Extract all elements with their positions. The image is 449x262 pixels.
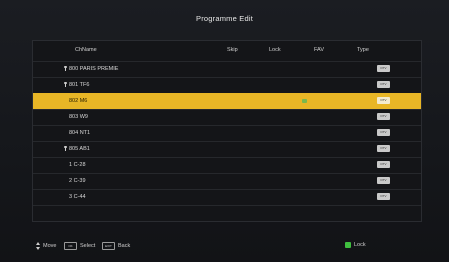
column-header: ChName Skip Lock FAV Type (33, 47, 421, 59)
type-badge: DTV (377, 177, 390, 184)
channel-name-text: 2 C-39 (69, 178, 86, 184)
channel-name-text: 800 PARIS PREMIE (69, 66, 119, 72)
help-select-label: Select (80, 243, 96, 249)
key-icon (64, 82, 67, 88)
key-icon (64, 66, 67, 72)
exit-key-icon: EXIT (102, 242, 115, 250)
channel-row[interactable]: 800 PARIS PREMIE DTV (33, 61, 421, 77)
channel-name-text: 805 AB1 (69, 146, 90, 152)
channel-name: 801 TF6 (64, 82, 89, 88)
channel-row[interactable]: 801 TF6 DTV (33, 77, 421, 93)
help-back-label: Back (118, 243, 131, 249)
help-lock: Lock (345, 242, 366, 248)
channel-name: 1 C-28 (69, 162, 86, 168)
type-badge: DTV (377, 161, 390, 168)
lock-icon (302, 99, 307, 103)
channel-name: 805 AB1 (64, 146, 90, 152)
key-icon (64, 146, 67, 152)
channel-row[interactable]: 803 W9 DTV (33, 109, 421, 125)
type-badge: DTV (377, 97, 390, 104)
col-fav: FAV (314, 47, 324, 53)
help-move-label: Move (43, 243, 57, 249)
green-key-icon (345, 242, 351, 248)
channel-row[interactable]: 1 C-28 DTV (33, 157, 421, 173)
ok-key-icon: OK (64, 242, 77, 250)
channel-name-text: 803 W9 (69, 114, 88, 120)
help-back: EXIT Back (102, 242, 130, 250)
type-badge: DTV (377, 193, 390, 200)
empty-row (33, 205, 421, 221)
footer-help: Move OK Select EXIT Back Lock (0, 240, 449, 252)
channel-name: 800 PARIS PREMIE (64, 66, 118, 72)
channel-row[interactable]: 802 M6 DTV (33, 93, 421, 109)
col-type: Type (357, 47, 369, 53)
type-badge: DTV (377, 113, 390, 120)
channel-name: 802 M6 (69, 98, 87, 104)
page-title: Programme Edit (196, 14, 253, 23)
channel-name-text: 801 TF6 (69, 82, 90, 88)
up-down-arrows-icon (36, 242, 40, 250)
channel-row[interactable]: 805 AB1 DTV (33, 141, 421, 157)
type-badge: DTV (377, 81, 390, 88)
col-chname: ChName (75, 47, 97, 53)
help-lock-label: Lock (354, 242, 366, 248)
screen: Programme Edit ChName Skip Lock FAV Type… (0, 0, 449, 262)
channel-row[interactable]: 804 NT1 DTV (33, 125, 421, 141)
channel-name: 804 NT1 (69, 130, 90, 136)
channel-name: 2 C-39 (69, 178, 86, 184)
channel-list-panel: ChName Skip Lock FAV Type 800 PARIS PREM… (32, 40, 422, 222)
channel-row[interactable]: 3 C-44 DTV (33, 189, 421, 205)
channel-name-text: 802 M6 (69, 98, 88, 104)
channel-name-text: 3 C-44 (69, 194, 86, 200)
help-select: OK Select (64, 242, 95, 250)
col-skip: Skip (227, 47, 238, 53)
help-move: Move (36, 242, 56, 250)
type-badge: DTV (377, 129, 390, 136)
channel-list: 800 PARIS PREMIE DTV 801 TF6 DTV 802 M6 DTV 80… (33, 61, 421, 221)
channel-row[interactable]: 2 C-39 DTV (33, 173, 421, 189)
channel-name: 3 C-44 (69, 194, 86, 200)
channel-name: 803 W9 (69, 114, 88, 120)
channel-name-text: 1 C-28 (69, 162, 86, 168)
col-lock: Lock (269, 47, 281, 53)
type-badge: DTV (377, 65, 390, 72)
type-badge: DTV (377, 145, 390, 152)
channel-name-text: 804 NT1 (69, 130, 91, 136)
